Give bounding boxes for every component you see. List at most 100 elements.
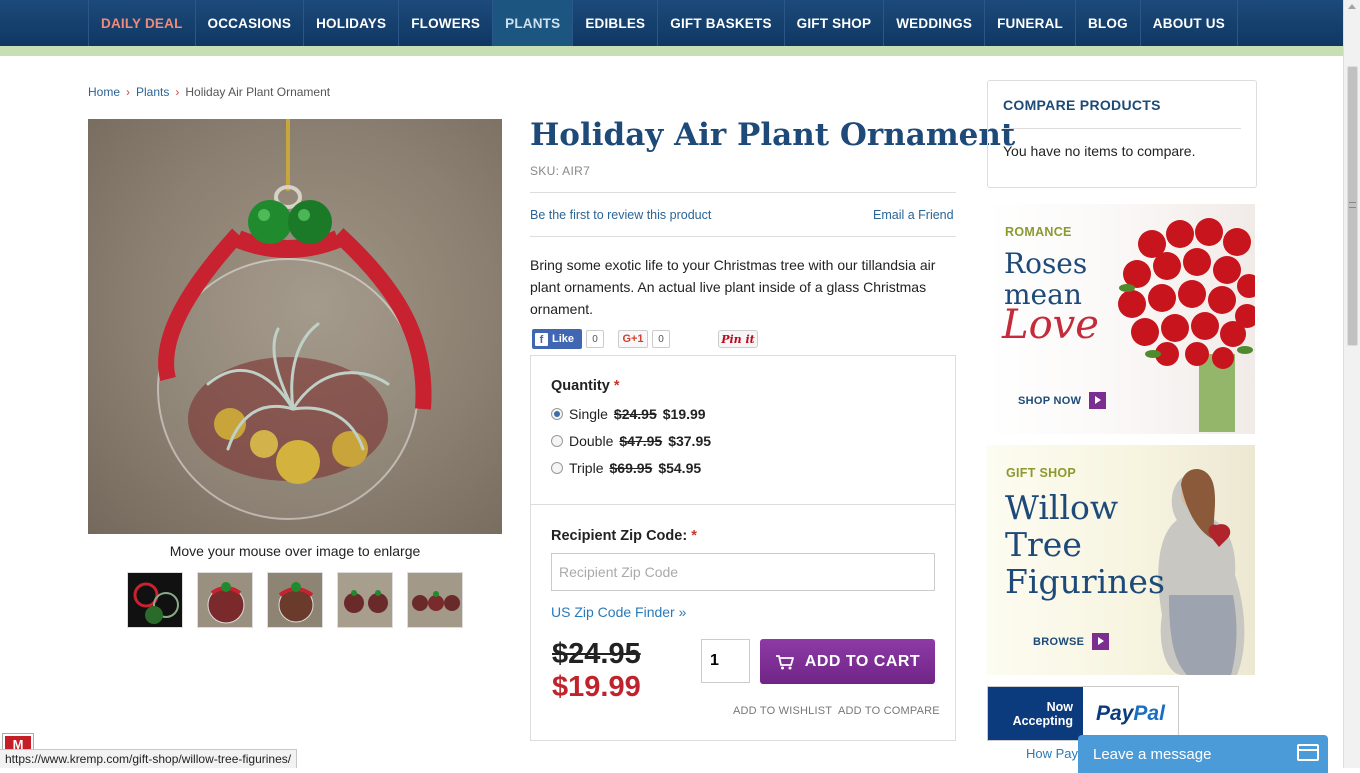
option-name: Triple <box>569 460 604 476</box>
paypal-logo: Pay Pal <box>1096 701 1165 725</box>
scroll-up-icon[interactable] <box>1348 4 1356 9</box>
breadcrumb-plants[interactable]: Plants <box>136 85 169 99</box>
nav-about-us[interactable]: ABOUT US <box>1139 0 1238 46</box>
add-to-wishlist-link[interactable]: ADD TO WISHLIST <box>733 705 832 717</box>
nav-daily-deal[interactable]: DAILY DEAL <box>88 0 195 46</box>
option-name: Single <box>569 406 608 422</box>
google-plus-count: 0 <box>652 330 670 348</box>
nav-weddings[interactable]: WEDDINGS <box>883 0 984 46</box>
product-description: Bring some exotic life to your Christmas… <box>530 257 936 317</box>
breadcrumb-current: Holiday Air Plant Ornament <box>185 85 331 99</box>
social-buttons: f Like 0 G+1 0 Pin it <box>532 329 758 349</box>
product-sku: SKU: AIR7 <box>530 164 591 178</box>
chat-label: Leave a message <box>1093 745 1212 763</box>
option-new-price: $37.95 <box>668 433 712 449</box>
paypal-accepting-text: Now Accepting <box>988 687 1083 740</box>
thumbnail-3[interactable] <box>267 572 323 628</box>
promo-headline: Roses mean <box>1004 247 1088 311</box>
facebook-like-count: 0 <box>586 330 604 348</box>
thumbnail-1[interactable] <box>127 572 183 628</box>
chevron-right-icon: › <box>175 85 180 99</box>
browse-link[interactable]: BROWSE <box>1033 633 1110 650</box>
option-old-price: $47.95 <box>619 433 663 449</box>
option-name: Double <box>569 433 614 449</box>
nav-items: DAILY DEAL OCCASIONS HOLIDAYS FLOWERS PL… <box>88 0 1238 46</box>
thumbnail-strip <box>127 572 463 628</box>
thumbnail-4[interactable] <box>337 572 393 628</box>
leave-message-chat-widget[interactable]: Leave a message <box>1078 735 1328 773</box>
enlarge-hint: Move your mouse over image to enlarge <box>169 543 421 559</box>
thumbnail-image <box>408 573 462 627</box>
promo-headline: Willow Tree Figurines <box>1005 488 1165 601</box>
option-old-price: $69.95 <box>609 460 653 476</box>
promo-roses-banner[interactable]: ROMANCE Roses mean Love SHOP NOW <box>987 204 1255 434</box>
option-single[interactable]: Single $24.95 $19.99 <box>551 406 706 422</box>
play-arrow-icon <box>1092 633 1110 650</box>
play-arrow-icon <box>1089 392 1107 409</box>
page-scrollbar[interactable] <box>1343 0 1360 768</box>
nav-funeral[interactable]: FUNERAL <box>984 0 1075 46</box>
option-old-price: $24.95 <box>613 406 657 422</box>
divider <box>1003 128 1241 129</box>
thumbnail-2[interactable] <box>197 572 253 628</box>
pinterest-pin-button[interactable]: Pin it <box>718 330 758 348</box>
promo-cta-label: SHOP NOW <box>1018 394 1082 407</box>
main-nav: DAILY DEAL OCCASIONS HOLIDAYS FLOWERS PL… <box>0 0 1343 46</box>
breadcrumb-home[interactable]: Home <box>88 85 120 99</box>
nav-gift-baskets[interactable]: GIFT BASKETS <box>657 0 783 46</box>
facebook-icon: f <box>535 332 548 346</box>
thumbnail-image <box>128 573 182 627</box>
add-to-cart-label: ADD TO CART <box>804 652 921 670</box>
chat-window-icon[interactable] <box>1297 744 1319 761</box>
zip-finder-link[interactable]: US Zip Code Finder » <box>551 604 686 620</box>
nav-plants[interactable]: PLANTS <box>492 0 573 46</box>
nav-gift-shop[interactable]: GIFT SHOP <box>783 0 884 46</box>
google-plus-button[interactable]: G+1 <box>618 330 648 348</box>
radio-single[interactable] <box>551 408 563 420</box>
radio-double[interactable] <box>551 435 563 447</box>
product-main-image[interactable] <box>88 119 502 534</box>
review-link[interactable]: Be the first to review this product <box>530 208 711 222</box>
facebook-like-button[interactable]: f Like <box>532 329 582 349</box>
shop-now-link[interactable]: SHOP NOW <box>1018 392 1107 409</box>
radio-triple[interactable] <box>551 462 563 474</box>
divider <box>530 236 956 237</box>
thumbnail-5[interactable] <box>407 572 463 628</box>
promo-kicker: GIFT SHOP <box>1006 466 1077 480</box>
paypal-badge[interactable]: Now Accepting Pay Pal <box>987 686 1179 741</box>
nav-edibles[interactable]: EDIBLES <box>572 0 657 46</box>
add-to-compare-link[interactable]: ADD TO COMPARE <box>838 705 940 717</box>
cart-icon <box>775 654 794 669</box>
required-mark: * <box>691 528 697 544</box>
chevron-right-icon: › <box>126 85 131 99</box>
nav-occasions[interactable]: OCCASIONS <box>194 0 304 46</box>
zip-label: Recipient Zip Code: * <box>551 528 697 544</box>
thumbnail-image <box>338 573 392 627</box>
add-to-cart-button[interactable]: ADD TO CART <box>760 639 935 684</box>
old-price: $24.95 <box>552 638 641 670</box>
required-mark: * <box>613 378 620 394</box>
facebook-like-label: Like <box>552 333 575 345</box>
promo-cta-label: BROWSE <box>1033 635 1085 648</box>
thumbnail-image <box>268 573 322 627</box>
sale-price: $19.99 <box>552 671 641 703</box>
quantity-input[interactable] <box>701 639 750 683</box>
browser-status-url: https://www.kremp.com/gift-shop/willow-t… <box>0 749 298 768</box>
zip-code-input[interactable] <box>551 553 935 591</box>
nav-holidays[interactable]: HOLIDAYS <box>303 0 398 46</box>
option-triple[interactable]: Triple $69.95 $54.95 <box>551 460 701 476</box>
nav-blog[interactable]: BLOG <box>1074 0 1140 46</box>
ornament-illustration <box>157 119 432 520</box>
promo-willow-tree-banner[interactable]: GIFT SHOP Willow Tree Figurines BROWSE <box>987 445 1255 675</box>
option-new-price: $54.95 <box>658 460 702 476</box>
email-friend-link[interactable]: Email a Friend <box>873 208 954 222</box>
divider <box>530 504 956 505</box>
quantity-label: Quantity * <box>551 378 620 394</box>
nav-flowers[interactable]: FLOWERS <box>398 0 492 46</box>
compare-empty-text: You have no items to compare. <box>1003 143 1196 159</box>
nav-accent-strip <box>0 46 1343 56</box>
promo-script-text: Love <box>1002 302 1099 348</box>
thumbnail-image <box>198 573 252 627</box>
option-double[interactable]: Double $47.95 $37.95 <box>551 433 711 449</box>
product-title: Holiday Air Plant Ornament <box>530 117 1016 153</box>
